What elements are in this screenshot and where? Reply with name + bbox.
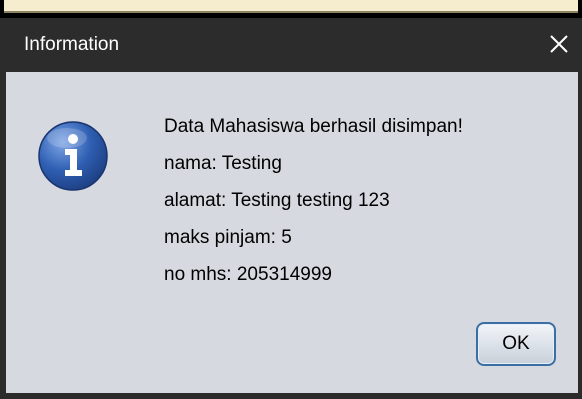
info-icon [38, 121, 108, 191]
message-block: Data Mahasiswa berhasil disimpan! nama: … [164, 108, 463, 293]
dialog-titlebar[interactable]: Information [0, 18, 582, 72]
message-line-status: Data Mahasiswa berhasil disimpan! [164, 116, 463, 137]
message-line-nama: nama: Testing [164, 153, 282, 174]
background-window-strip [0, 0, 582, 18]
message-line-no-mhs: no mhs: 205314999 [164, 264, 332, 285]
dialog-bottom-border [0, 393, 582, 399]
information-dialog: Information Data Mahasiswa berhasil disi… [0, 18, 582, 399]
close-icon [550, 35, 568, 53]
dialog-content: Data Mahasiswa berhasil disimpan! nama: … [6, 72, 578, 399]
message-line-maks-pinjam: maks pinjam: 5 [164, 227, 292, 248]
close-button[interactable] [542, 27, 576, 61]
dialog-title: Information [24, 34, 120, 55]
message-line-alamat: alamat: Testing testing 123 [164, 190, 390, 211]
background-window-edge [4, 0, 578, 13]
ok-button[interactable]: OK [476, 322, 556, 366]
